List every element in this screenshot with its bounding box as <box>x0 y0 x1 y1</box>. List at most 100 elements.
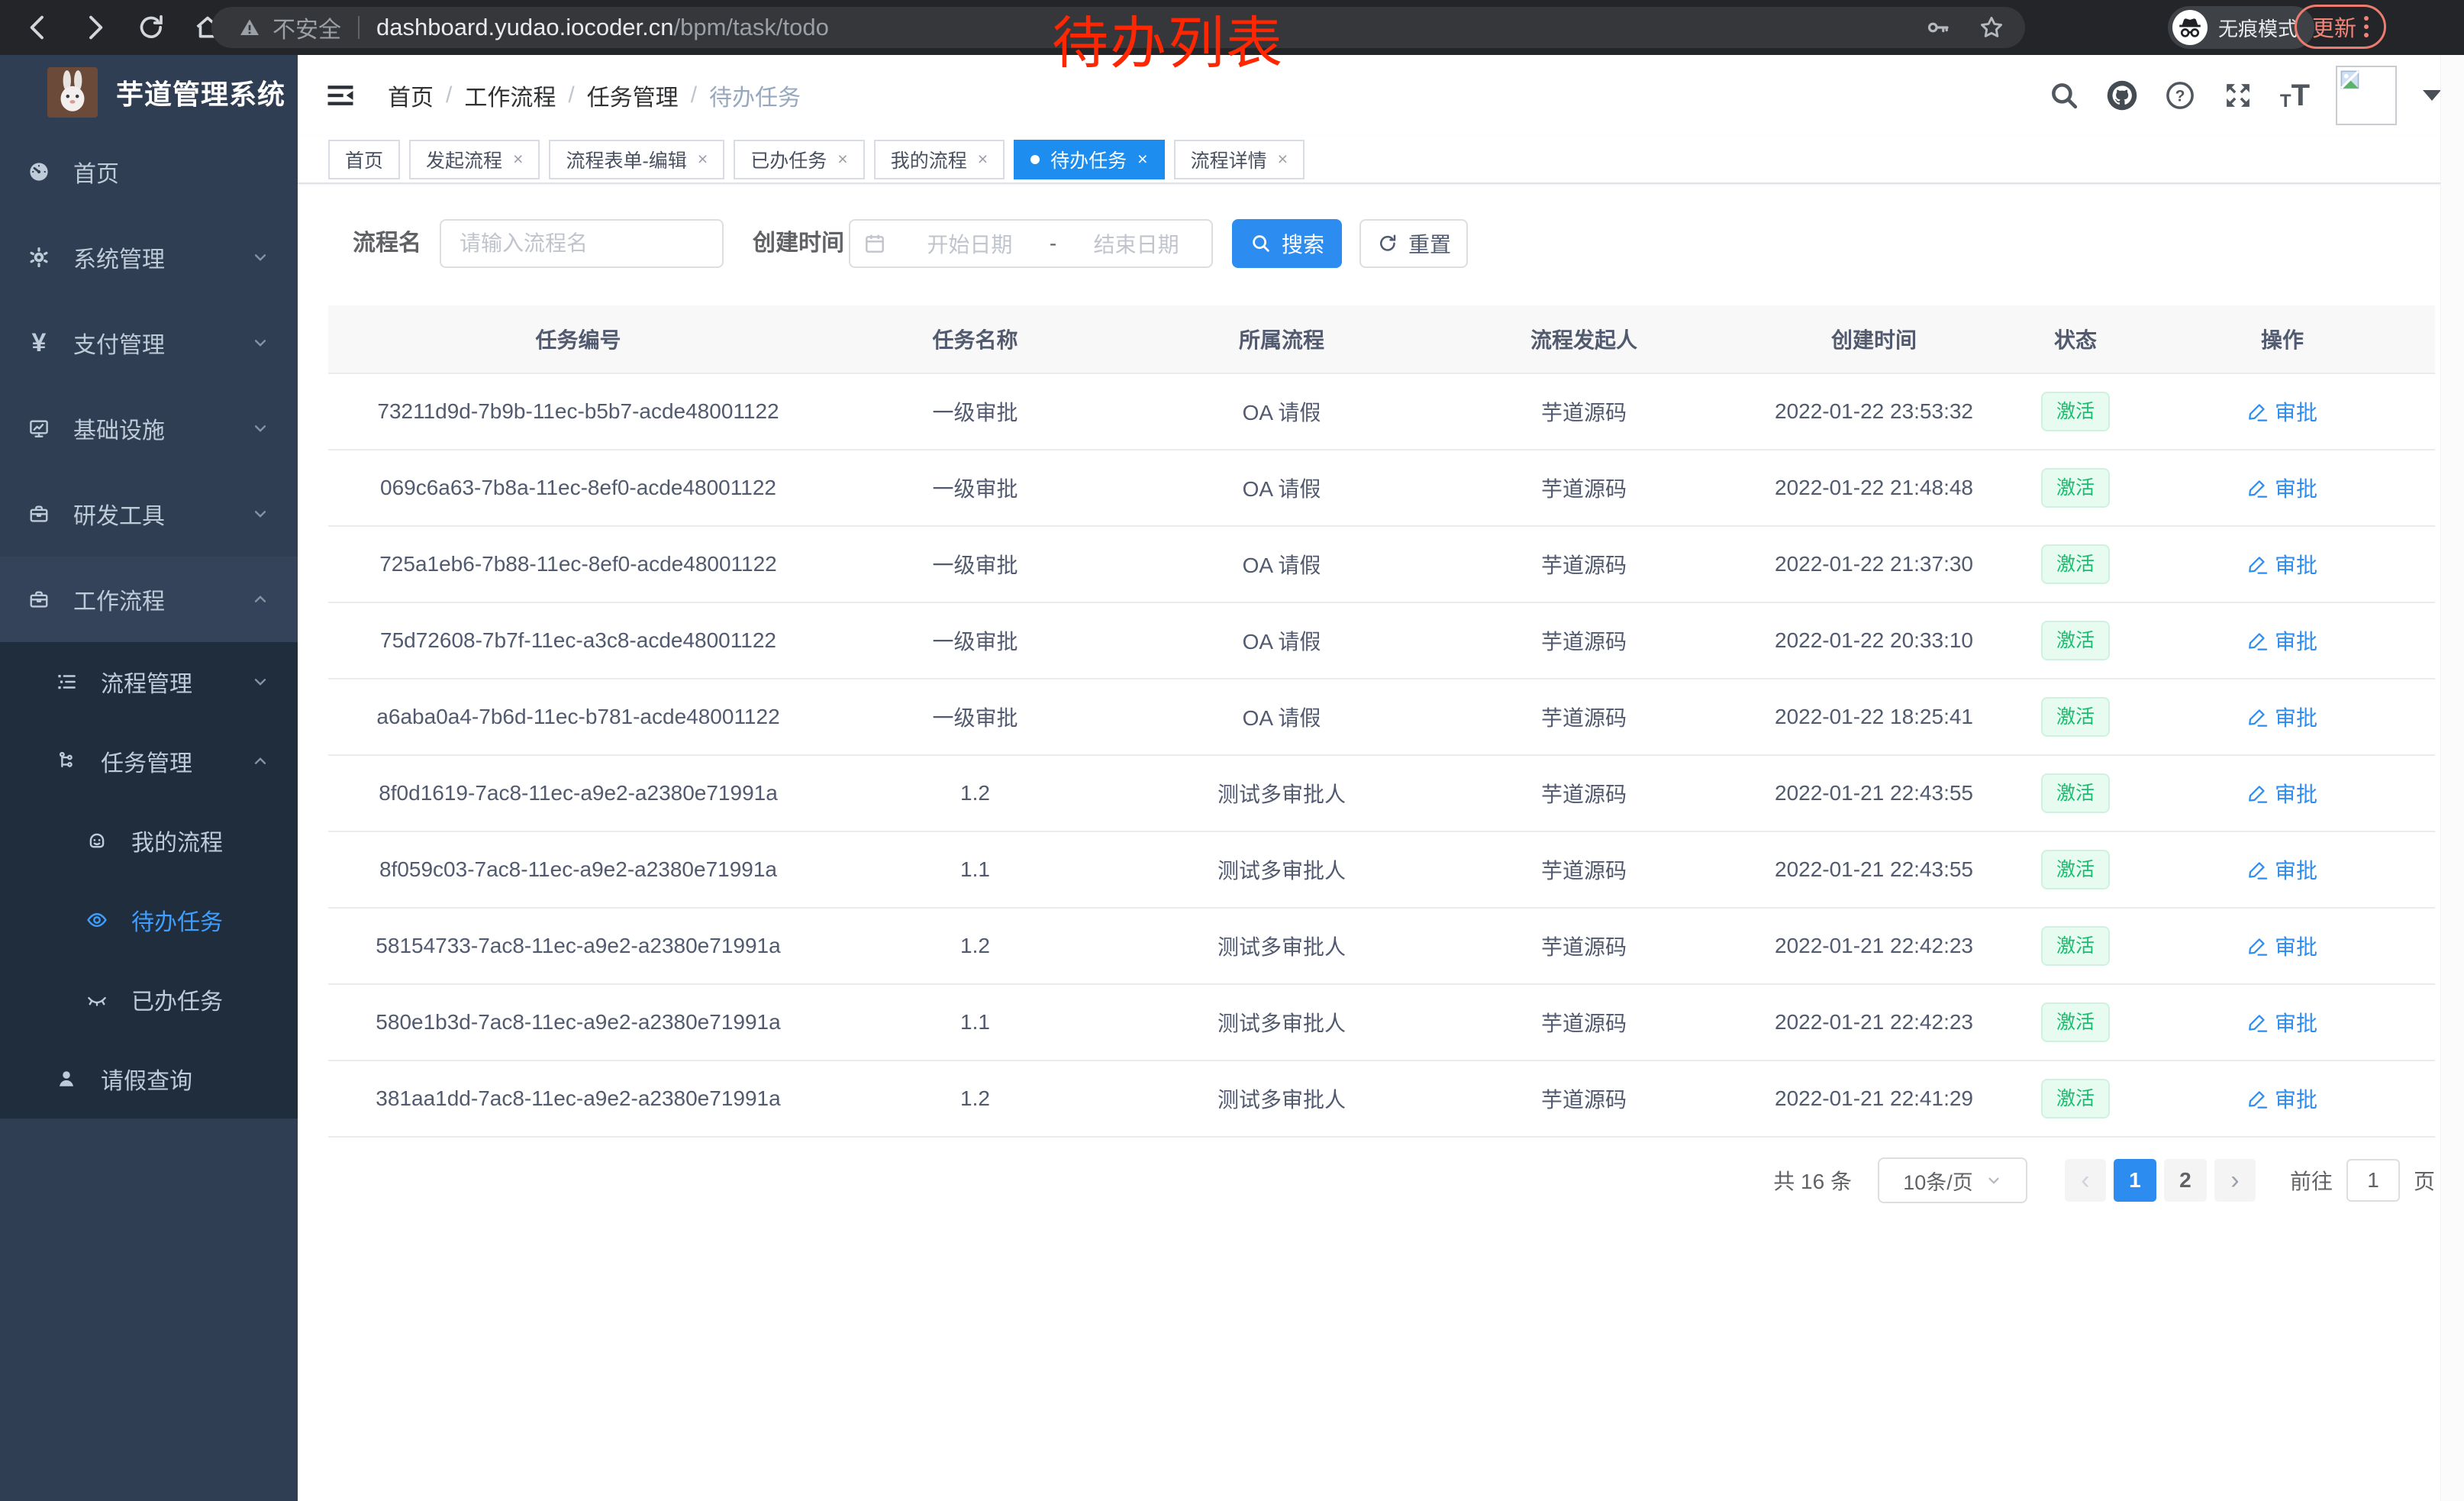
table-cell: OA 请假 <box>1122 473 1441 503</box>
start-date-placeholder: 开始日期 <box>895 228 1045 259</box>
sidebar-item-done-task[interactable]: 已办任务 <box>0 960 298 1039</box>
approve-link[interactable]: 审批 <box>2247 778 2317 809</box>
sidebar-item-home[interactable]: 首页 <box>0 129 298 215</box>
approve-link[interactable]: 审批 <box>2247 931 2317 961</box>
table-cell: 芋道源码 <box>1441 931 1727 961</box>
approve-link-label: 审批 <box>2275 854 2317 885</box>
close-icon[interactable]: × <box>1137 150 1147 168</box>
goto-label: 前往 <box>2290 1165 2333 1196</box>
table-cell: OA 请假 <box>1122 396 1441 427</box>
forward-icon[interactable] <box>79 12 110 43</box>
sidebar-item-payment[interactable]: ¥支付管理 <box>0 300 298 386</box>
status-badge: 激活 <box>2041 621 2110 660</box>
tab-首页[interactable]: 首页 <box>328 140 400 179</box>
tab-label: 流程表单-编辑 <box>566 146 686 173</box>
tab-待办任务[interactable]: 待办任务× <box>1014 140 1164 179</box>
page-size-select[interactable]: 10条/页 <box>1878 1157 2027 1203</box>
breadcrumb-item[interactable]: 首页 <box>388 79 434 112</box>
close-icon[interactable]: × <box>513 150 523 168</box>
tab-label: 已办任务 <box>750 146 827 173</box>
action-cell: 审批 <box>2130 549 2435 580</box>
reload-icon[interactable] <box>136 12 166 43</box>
sidebar-item-workflow[interactable]: 工作流程 <box>0 557 298 642</box>
help-icon[interactable]: ? <box>2164 79 2196 111</box>
back-icon[interactable] <box>23 12 53 43</box>
column-header: 创建时间 <box>1727 324 2021 354</box>
chevron-down-icon[interactable] <box>2423 90 2441 101</box>
close-icon[interactable]: × <box>1278 150 1288 168</box>
close-icon[interactable]: × <box>837 150 847 168</box>
goto-page-input[interactable] <box>2346 1159 2400 1202</box>
tab-发起流程[interactable]: 发起流程 × <box>409 140 540 179</box>
approve-link[interactable]: 审批 <box>2247 1007 2317 1038</box>
sidebar-item-system[interactable]: 系统管理 <box>0 215 298 300</box>
edit-icon <box>2247 477 2269 499</box>
sidebar-item-leave-query[interactable]: 请假查询 <box>0 1039 298 1118</box>
edit-icon <box>2247 783 2269 804</box>
key-icon[interactable] <box>1924 14 1952 41</box>
edit-icon <box>2247 1088 2269 1109</box>
table-cell: 一级审批 <box>828 702 1122 732</box>
sidebar-item-label: 流程管理 <box>101 665 192 699</box>
close-icon[interactable]: × <box>978 150 988 168</box>
search-icon[interactable] <box>2048 79 2080 111</box>
tab-已办任务[interactable]: 已办任务 × <box>734 140 864 179</box>
action-cell: 审批 <box>2130 396 2435 428</box>
url-path: /bpm/task/todo <box>674 14 829 41</box>
next-page-button[interactable]: › <box>2214 1159 2256 1202</box>
table-cell: 2022-01-22 20:33:10 <box>1727 628 2021 653</box>
process-name-input-field[interactable] <box>458 231 705 257</box>
tab-我的流程[interactable]: 我的流程 × <box>874 140 1005 179</box>
prev-page-button[interactable]: ‹ <box>2065 1159 2106 1202</box>
table-cell: 测试多审批人 <box>1122 931 1441 961</box>
github-icon[interactable] <box>2106 79 2138 111</box>
approve-link[interactable]: 审批 <box>2247 854 2317 885</box>
tab-label: 发起流程 <box>426 146 502 173</box>
breadcrumb-item[interactable]: 工作流程 <box>464 79 556 112</box>
sidebar-item-task-mgmt[interactable]: 任务管理 <box>0 721 298 801</box>
tab-label: 我的流程 <box>891 146 967 173</box>
process-name-input[interactable] <box>440 219 724 268</box>
sidebar-item-label: 研发工具 <box>73 497 165 531</box>
approve-link[interactable]: 审批 <box>2247 473 2317 503</box>
column-header: 任务名称 <box>828 324 1122 354</box>
tab-流程详情[interactable]: 流程详情× <box>1174 140 1305 179</box>
approve-link[interactable]: 审批 <box>2247 1083 2317 1114</box>
sidebar-item-my-process[interactable]: 我的流程 <box>0 801 298 880</box>
tab-流程表单-编辑[interactable]: 流程表单-编辑 × <box>549 140 724 179</box>
update-button[interactable]: 更新 <box>2295 5 2386 49</box>
fullscreen-icon[interactable] <box>2222 79 2254 111</box>
sidebar-item-todo-task[interactable]: 待办任务 <box>0 880 298 960</box>
app-logo[interactable]: 芋道管理系统 <box>0 55 298 129</box>
reset-button[interactable]: 重置 <box>1359 219 1468 268</box>
sidebar-item-dev-tools[interactable]: 研发工具 <box>0 471 298 557</box>
sidebar-item-process-mgmt[interactable]: 流程管理 <box>0 642 298 721</box>
approve-link[interactable]: 审批 <box>2247 625 2317 656</box>
search-button[interactable]: 搜索 <box>1232 219 1342 268</box>
page-button-2[interactable]: 2 <box>2164 1159 2207 1202</box>
chevron-up-icon <box>250 589 270 609</box>
status-cell: 激活 <box>2021 1002 2130 1042</box>
table-row: 069c6a63-7b8a-11ec-8ef0-acde48001122一级审批… <box>328 450 2435 527</box>
scrollbar-track[interactable] <box>2440 55 2464 1501</box>
table-cell: 一级审批 <box>828 473 1122 503</box>
approve-link[interactable]: 审批 <box>2247 702 2317 732</box>
page-button-1[interactable]: 1 <box>2114 1159 2156 1202</box>
star-icon[interactable] <box>1978 14 2005 41</box>
sidebar-item-label: 待办任务 <box>131 903 223 937</box>
approve-link[interactable]: 审批 <box>2247 549 2317 579</box>
table-cell: 芋道源码 <box>1441 778 1727 809</box>
collapse-sidebar-button[interactable] <box>324 79 357 112</box>
table-cell: 芋道源码 <box>1441 625 1727 656</box>
date-range-input[interactable]: 开始日期 - 结束日期 <box>849 219 1213 268</box>
avatar[interactable] <box>2336 66 2397 125</box>
sidebar-item-infrastructure[interactable]: 基础设施 <box>0 386 298 471</box>
font-size-icon[interactable]: TT <box>2280 80 2310 111</box>
menu-dots-icon[interactable] <box>2364 16 2369 37</box>
breadcrumb-item[interactable]: 任务管理 <box>587 79 679 112</box>
close-icon[interactable]: × <box>698 150 708 168</box>
approve-link[interactable]: 审批 <box>2247 396 2317 427</box>
approve-link-label: 审批 <box>2275 778 2317 809</box>
status-cell: 激活 <box>2021 468 2130 508</box>
sidebar: 芋道管理系统 首页系统管理¥支付管理基础设施研发工具工作流程流程管理任务管理我的… <box>0 55 298 1501</box>
